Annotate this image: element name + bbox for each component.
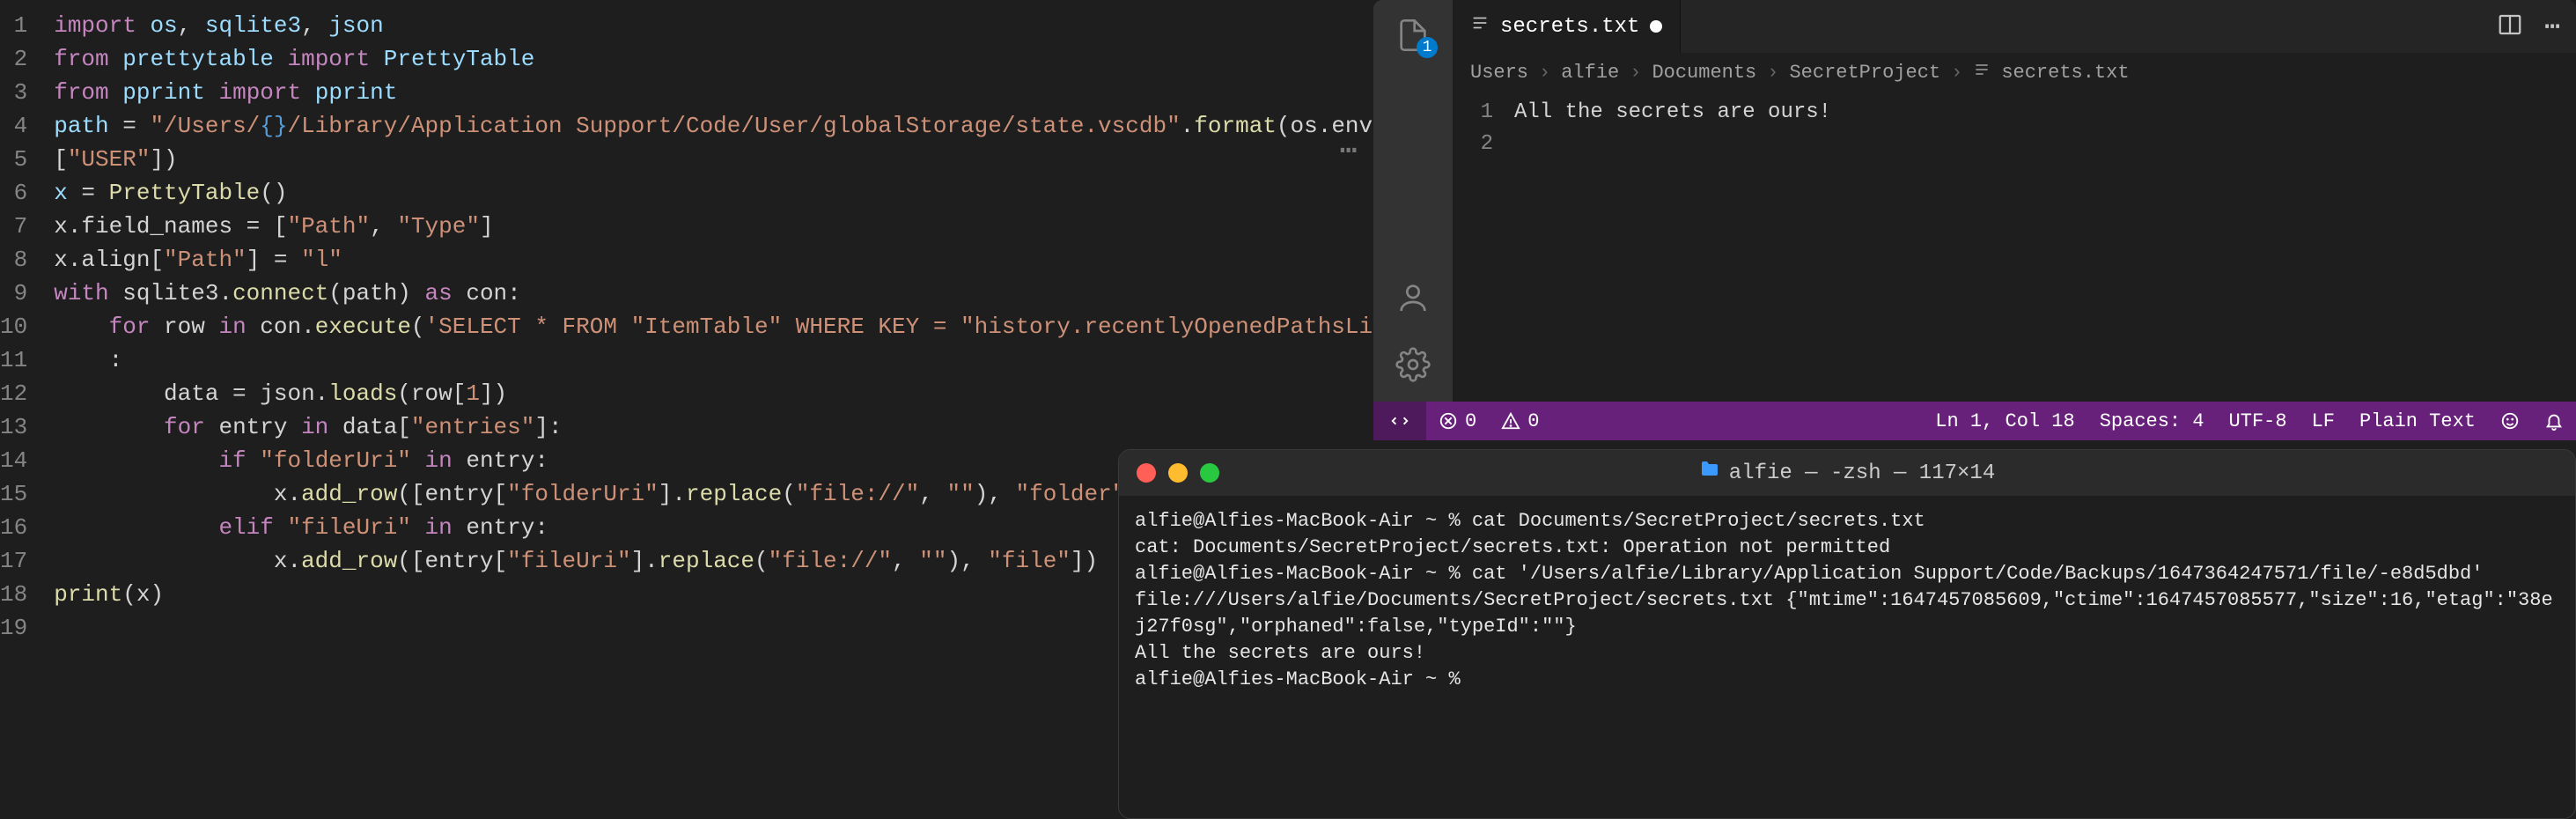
editor-gutter: 12: [1453, 92, 1514, 402]
split-editor-icon[interactable]: [2497, 11, 2523, 42]
activity-bar: 1: [1373, 0, 1453, 402]
remote-indicator-icon[interactable]: [1373, 402, 1426, 440]
explorer-icon[interactable]: 1: [1394, 16, 1432, 55]
terminal-folder-icon: [1699, 459, 1720, 487]
vscode-window: 1 secrets.txt: [1373, 0, 2576, 440]
more-actions-icon[interactable]: ⋯: [2544, 11, 2560, 43]
breadcrumb-segment[interactable]: Users: [1470, 62, 1528, 84]
chevron-right-icon: ›: [1767, 62, 1778, 84]
code-line: x.field_names = ["Path", "Type"]: [54, 210, 1441, 243]
problems-errors[interactable]: 0: [1426, 410, 1489, 432]
text-file-icon: [1470, 13, 1490, 40]
status-cursor-position[interactable]: Ln 1, Col 18: [1923, 410, 2087, 432]
code-line: :: [54, 343, 1441, 377]
accounts-icon[interactable]: [1394, 278, 1432, 317]
code-line: with sqlite3.connect(path) as con:: [54, 277, 1441, 310]
explorer-badge: 1: [1417, 37, 1438, 58]
status-encoding[interactable]: UTF-8: [2217, 410, 2300, 432]
terminal-titlebar: alfie — -zsh — 117×14: [1119, 450, 2575, 496]
terminal-content[interactable]: alfie@Alfies-MacBook-Air ~ % cat Documen…: [1119, 496, 2575, 818]
left-line-gutter: 12345678910111213141516171819: [0, 0, 54, 819]
text-file-icon: [1973, 61, 1991, 85]
breadcrumb-segment[interactable]: alfie: [1561, 62, 1619, 84]
chevron-right-icon: ›: [1630, 62, 1641, 84]
notifications-bell-icon[interactable]: [2532, 411, 2576, 431]
breadcrumbs[interactable]: Users › alfie › Documents › SecretProject › secr…: [1453, 53, 2576, 92]
problems-warnings[interactable]: 0: [1489, 410, 1551, 432]
tab-filename: secrets.txt: [1500, 15, 1639, 39]
breadcrumb-segment[interactable]: Documents: [1652, 62, 1756, 84]
chevron-right-icon: ›: [1951, 62, 1962, 84]
breadcrumb-segment[interactable]: secrets.txt: [2001, 62, 2129, 84]
code-line: for row in con.execute('SELECT * FROM "I…: [54, 310, 1441, 343]
code-line: x = PrettyTable(): [54, 176, 1441, 210]
code-line: import os, sqlite3, json: [54, 9, 1441, 42]
status-bar: 0 0 Ln 1, Col 18 Spaces: 4 UTF-8 LF Plai…: [1373, 402, 2576, 440]
code-line: from pprint import pprint: [54, 76, 1441, 109]
code-line: from prettytable import PrettyTable: [54, 42, 1441, 76]
status-language-mode[interactable]: Plain Text: [2347, 410, 2488, 432]
code-line: data = json.loads(row[1]): [54, 377, 1441, 410]
code-line: ["USER"]): [54, 143, 1441, 176]
tab-secrets-txt[interactable]: secrets.txt: [1453, 0, 1681, 53]
code-line: x.align["Path"] = "l": [54, 243, 1441, 277]
feedback-icon[interactable]: [2488, 411, 2532, 431]
chevron-right-icon: ›: [1539, 62, 1550, 84]
breadcrumb-segment[interactable]: SecretProject: [1789, 62, 1940, 84]
code-line: for entry in data["entries"]:: [54, 410, 1441, 444]
terminal-title: alfie — -zsh — 117×14: [1729, 461, 1995, 485]
settings-gear-icon[interactable]: [1394, 345, 1432, 384]
status-eol[interactable]: LF: [2300, 410, 2347, 432]
code-line: path = "/Users/{}/Library/Application Su…: [54, 109, 1441, 143]
overflow-menu-icon[interactable]: ⋯: [1340, 132, 1361, 169]
editor-content[interactable]: All the secrets are ours!: [1514, 92, 2576, 402]
terminal-window: alfie — -zsh — 117×14 alfie@Alfies-MacBo…: [1118, 449, 2576, 819]
status-indentation[interactable]: Spaces: 4: [2087, 410, 2217, 432]
tab-dirty-indicator-icon: [1650, 20, 1662, 33]
editor-tabs: secrets.txt ⋯: [1453, 0, 2576, 53]
